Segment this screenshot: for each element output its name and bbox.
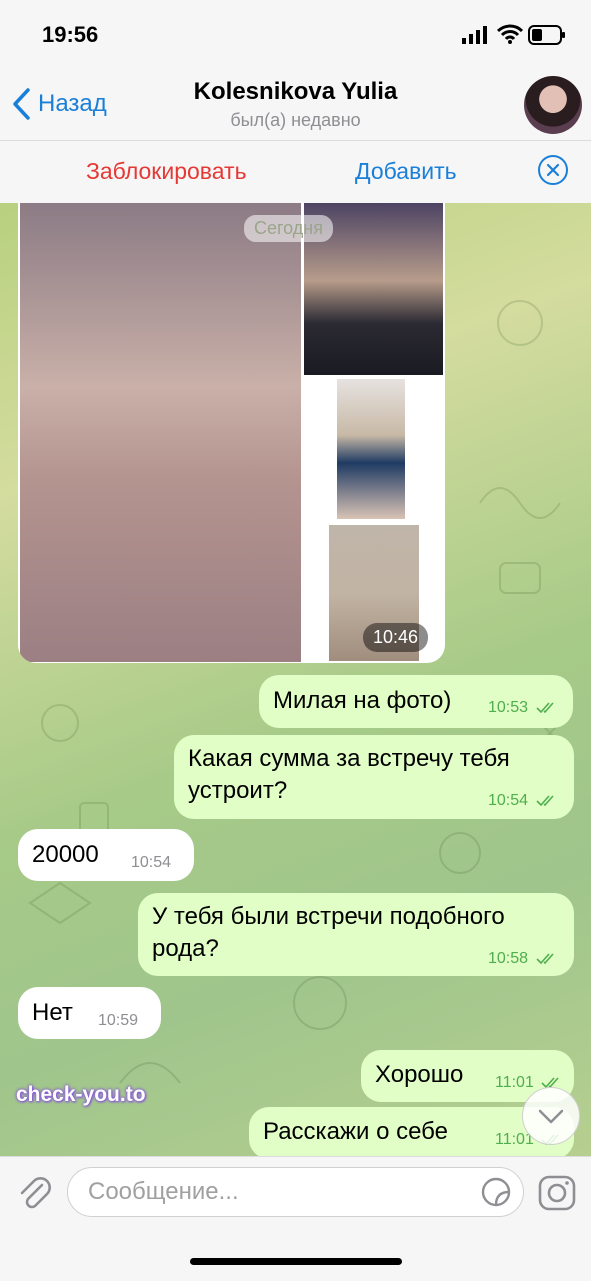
message-meta: 10:58 [488,948,558,970]
sticker-icon[interactable] [480,1176,512,1208]
contact-name[interactable]: Kolesnikova Yulia [0,78,591,106]
last-seen-status: был(а) недавно [230,110,361,130]
message-text: У тебя были встречи подобного рода? [152,903,505,963]
message-text: Хорошо [375,1061,464,1088]
message-meta: 10:59 [98,1010,138,1032]
double-check-icon [535,795,554,806]
contact-action-bar: Заблокировать Добавить [0,140,591,204]
message-time: 10:53 [488,699,529,716]
message-bubble[interactable]: Милая на фото) 10:53 [259,675,573,728]
message-time: 10:54 [488,792,529,809]
message-meta: 10:54 [131,852,171,874]
scroll-down-button[interactable] [522,1087,580,1145]
close-circle-icon [546,163,560,177]
double-check-icon [535,702,554,713]
status-time: 19:56 [42,22,99,47]
message-text: Нет [32,999,73,1026]
photo-album-message[interactable]: 10:46 [18,203,445,663]
date-separator: Сегодня [244,215,333,242]
attach-paperclip-icon[interactable] [14,1173,54,1213]
add-contact-button[interactable]: Добавить [355,158,457,185]
message-text: Расскажи о себе [263,1118,448,1145]
message-time: 10:54 [131,854,172,871]
home-indicator [190,1258,402,1265]
camera-icon[interactable] [538,1175,576,1211]
signal-icon [462,26,487,44]
close-action-bar-button[interactable] [538,155,568,185]
avatar[interactable] [524,76,582,134]
message-input[interactable] [67,1167,524,1217]
wifi-icon [497,24,523,44]
message-text: Какая сумма за встречу тебя устроит? [188,745,510,805]
message-text: Милая на фото) [273,687,452,714]
album-photo-3[interactable] [337,379,405,519]
message-time: 10:59 [98,1012,139,1029]
message-bubble[interactable]: Нет 10:59 [18,987,161,1039]
message-bubble[interactable]: Какая сумма за встречу тебя устроит? 10:… [174,735,574,819]
message-time: 10:58 [488,950,529,967]
scroll-down-icon [538,1109,564,1124]
message-bubble[interactable]: У тебя были встречи подобного рода? 10:5… [138,893,574,976]
battery-icon [528,25,565,45]
message-meta: 10:53 [488,697,558,719]
message-text: 20000 [32,841,99,868]
chat-area[interactable]: 10:46 Сегодня Милая на фото) 10:53 Какая… [0,203,591,1156]
chat-header: Назад Kolesnikova Yulia был(а) недавно [0,70,591,140]
double-check-icon [535,953,554,964]
message-bubble[interactable]: 20000 10:54 [18,829,194,881]
status-bar: 19:56 [0,0,591,70]
watermark: check-you.to [16,1083,146,1106]
block-button[interactable]: Заблокировать [86,158,247,185]
album-photo-1[interactable] [20,203,301,662]
album-time: 10:46 [363,623,429,652]
message-meta: 10:54 [488,790,558,812]
